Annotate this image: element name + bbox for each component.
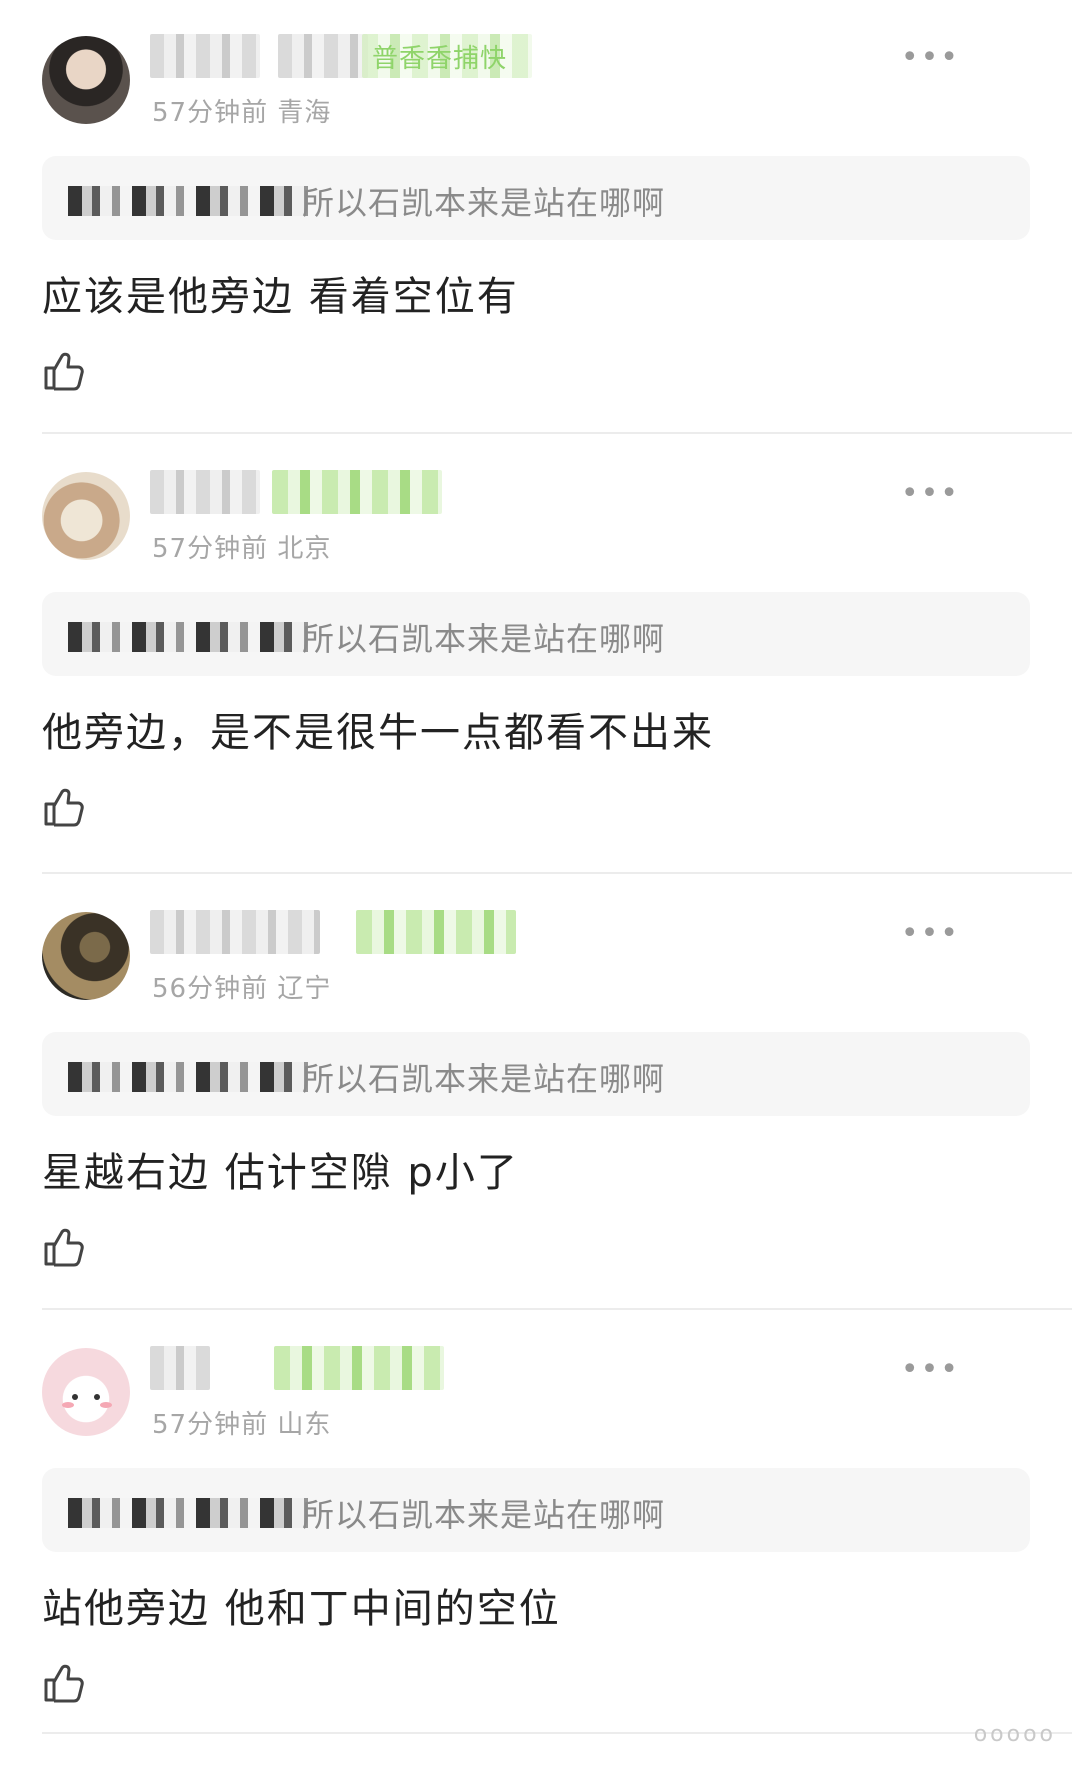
divider	[42, 432, 1072, 434]
comment-time: 56分钟前	[152, 974, 269, 1004]
avatar[interactable]	[42, 912, 130, 1000]
comment-text: 应该是他旁边 看着空位有	[42, 274, 519, 320]
thumbs-up-icon[interactable]	[42, 784, 86, 828]
thumbs-up-icon[interactable]	[42, 1224, 86, 1268]
more-options-icon[interactable]: •••	[901, 919, 960, 949]
divider	[42, 1308, 1072, 1310]
username-blurred[interactable]	[150, 470, 260, 514]
avatar[interactable]	[42, 36, 130, 124]
comment-location: 山东	[277, 1410, 332, 1440]
quoted-comment[interactable]: 所以石凯本来是站在哪啊	[42, 592, 1030, 676]
more-options-icon[interactable]: •••	[901, 1355, 960, 1385]
comment-meta: 57分钟前 山东	[152, 1404, 331, 1441]
avatar[interactable]	[42, 1348, 130, 1436]
username-blurred[interactable]	[150, 910, 320, 954]
user-badge	[356, 910, 516, 954]
user-badge	[272, 470, 442, 514]
comment-time: 57分钟前	[152, 1410, 269, 1440]
user-badge-text: 普香香捕快	[372, 44, 508, 74]
quoted-username-blurred	[68, 186, 308, 216]
quoted-comment[interactable]: 所以石凯本来是站在哪啊	[42, 1032, 1030, 1116]
quoted-text: 所以石凯本来是站在哪啊	[302, 1496, 666, 1534]
comment-text: 站他旁边 他和丁中间的空位	[42, 1586, 561, 1632]
more-options-icon[interactable]: •••	[901, 479, 960, 509]
quoted-comment[interactable]: 所以石凯本来是站在哪啊	[42, 1468, 1030, 1552]
user-badge	[274, 1346, 444, 1390]
username-blurred[interactable]	[150, 34, 260, 78]
quoted-text: 所以石凯本来是站在哪啊	[302, 184, 666, 222]
quoted-text: 所以石凯本来是站在哪啊	[302, 620, 666, 658]
comment-meta: 57分钟前 北京	[152, 528, 331, 565]
quoted-username-blurred	[68, 622, 308, 652]
comment-text: 星越右边 估计空隙 p小了	[42, 1150, 519, 1196]
divider	[42, 872, 1072, 874]
comment-location: 青海	[277, 98, 332, 128]
comment-time: 57分钟前	[152, 98, 269, 128]
username-blurred[interactable]	[278, 34, 368, 78]
avatar[interactable]	[42, 472, 130, 560]
watermark: ooooo	[973, 1722, 1056, 1747]
quoted-comment[interactable]: 所以石凯本来是站在哪啊	[42, 156, 1030, 240]
divider	[42, 1732, 1072, 1734]
comment-meta: 56分钟前 辽宁	[152, 968, 331, 1005]
more-options-icon[interactable]: •••	[901, 43, 960, 73]
comment-location: 辽宁	[277, 974, 332, 1004]
comment-meta: 57分钟前 青海	[152, 92, 331, 129]
username-blurred[interactable]	[150, 1346, 210, 1390]
comment-location: 北京	[277, 534, 332, 564]
quoted-username-blurred	[68, 1498, 308, 1528]
comment-time: 57分钟前	[152, 534, 269, 564]
quoted-username-blurred	[68, 1062, 308, 1092]
comment-text: 他旁边，是不是很牛一点都看不出来	[42, 710, 714, 756]
thumbs-up-icon[interactable]	[42, 348, 86, 392]
thumbs-up-icon[interactable]	[42, 1660, 86, 1704]
quoted-text: 所以石凯本来是站在哪啊	[302, 1060, 666, 1098]
